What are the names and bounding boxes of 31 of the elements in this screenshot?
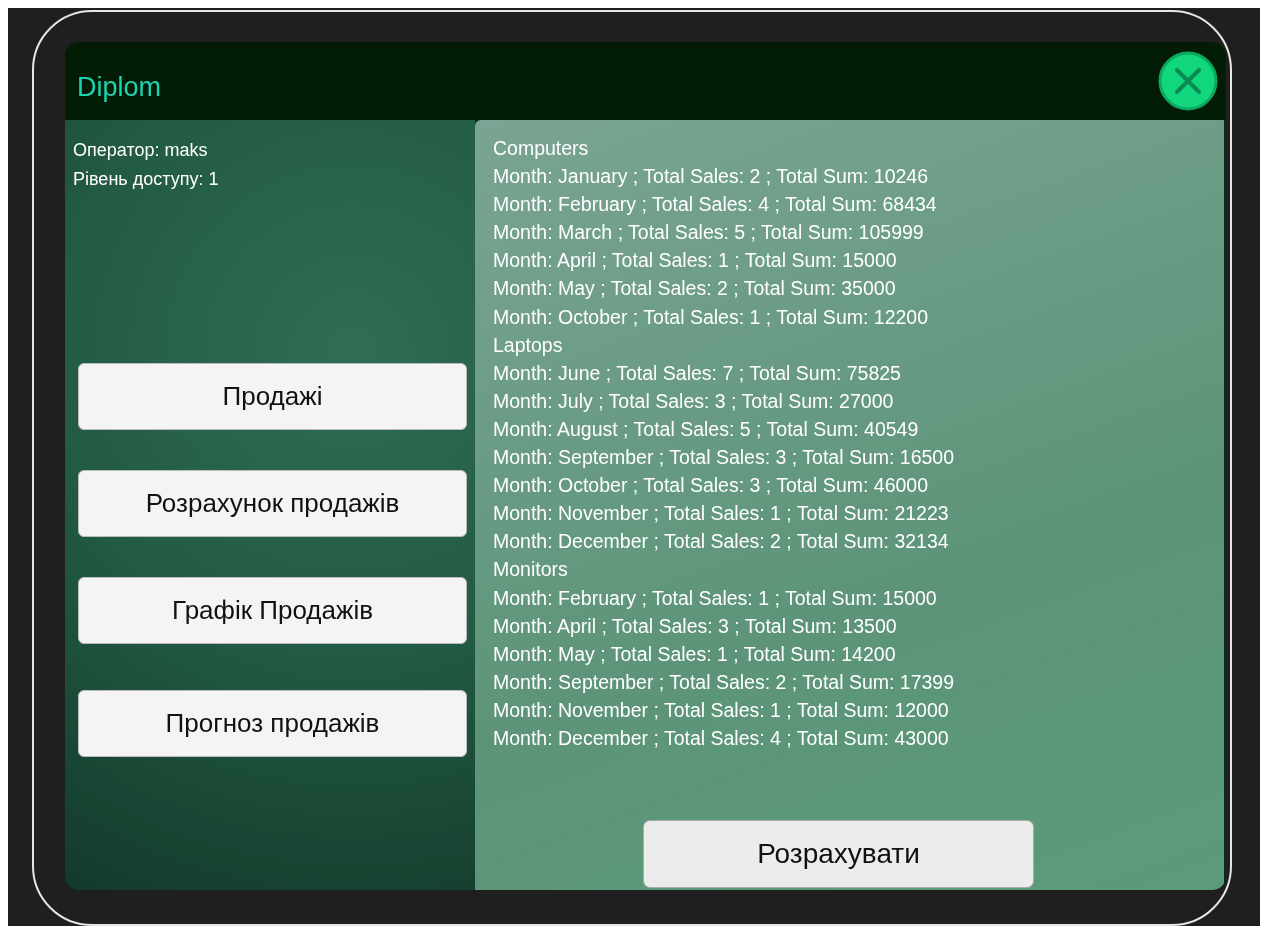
report-line: Month: April ; Total Sales: 3 ; Total Sum: 13500: [493, 613, 897, 639]
report-line: Laptops: [493, 332, 563, 358]
operator-info: Рівень доступу: 1: [73, 168, 220, 191]
report-line: Month: February ; Total Sales: 4 ; Total Sum: 68434: [493, 192, 937, 218]
report-line: Month: June ; Total Sales: 7 ; Total Sum: 75825: [493, 360, 901, 386]
report-line: Month: July ; Total Sales: 3 ; Total Sum: 27000: [493, 388, 894, 414]
calculate-button[interactable]: Розрахувати: [643, 820, 1034, 889]
report-line: Month: December ; Total Sales: 2 ; Total Sum: 32134: [493, 529, 949, 555]
report-line: Month: March ; Total Sales: 5 ; Total Sum: 105999: [493, 220, 924, 246]
report-line: Month: February ; Total Sales: 1 ; Total Sum: 15000: [493, 585, 937, 611]
report-line: Month: January ; Total Sales: 2 ; Total Sum: 10246: [493, 164, 929, 190]
report-line: Month: May ; Total Sales: 1 ; Total Sum: 14200: [493, 641, 896, 667]
operator-info: Оператор: maks: [73, 139, 209, 162]
menu-button[interactable]: Прогноз продажів: [78, 690, 467, 757]
window-title: Diplom: [77, 71, 162, 103]
menu-button[interactable]: Продажі: [78, 363, 467, 430]
report-line: Month: May ; Total Sales: 2 ; Total Sum: 35000: [493, 276, 896, 302]
report-line: Computers: [493, 136, 589, 161]
report-line: Month: December ; Total Sales: 4 ; Total Sum: 43000: [493, 725, 949, 751]
report-line: Month: November ; Total Sales: 1 ; Total Sum: 21223: [493, 501, 949, 527]
report-line: Month: September ; Total Sales: 3 ; Total Sum: 16500: [493, 445, 955, 471]
report-line: Month: October ; Total Sales: 1 ; Total Sum: 12200: [493, 304, 929, 330]
report-line: Month: October ; Total Sales: 3 ; Total Sum: 46000: [493, 473, 929, 499]
report-line: Month: April ; Total Sales: 1 ; Total Sum: 15000: [493, 248, 897, 274]
menu-button[interactable]: Розрахунок продажів: [78, 470, 467, 537]
close-icon[interactable]: [1158, 51, 1218, 111]
report-line: Month: August ; Total Sales: 5 ; Total Sum: 40549: [493, 416, 919, 442]
report-line: Month: September ; Total Sales: 2 ; Total Sum: 17399: [493, 669, 955, 695]
menu-button[interactable]: Графік Продажів: [78, 577, 467, 644]
report-line: Month: November ; Total Sales: 1 ; Total Sum: 12000: [493, 697, 949, 723]
report-line: Monitors: [493, 557, 568, 583]
